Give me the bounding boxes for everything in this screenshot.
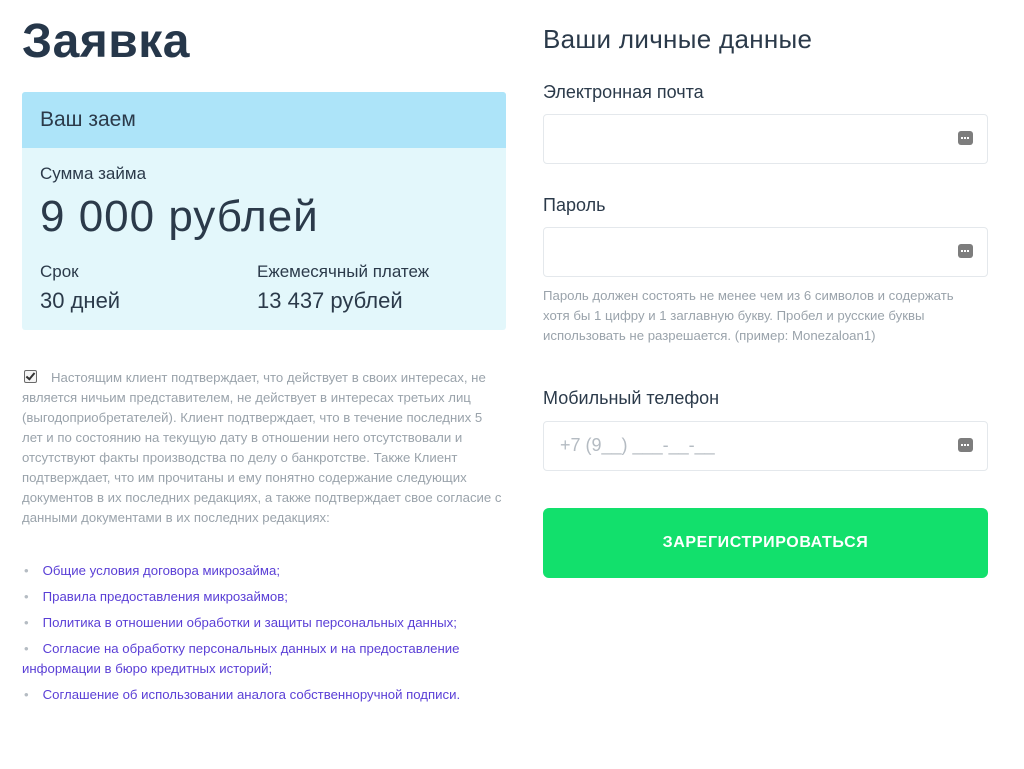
document-link-privacy-policy[interactable]: Политика в отношении обработки и защиты … xyxy=(43,615,454,630)
monthly-payment-value: 13 437 рублей xyxy=(257,288,403,313)
password-hint: Пароль должен состоять не менее чем из 6… xyxy=(543,288,954,343)
document-link-general-terms[interactable]: Общие условия договора микрозайма xyxy=(43,563,277,578)
loan-term-label: Срок xyxy=(40,262,79,281)
form-title: Ваши личные данные xyxy=(543,24,813,54)
consent-text: Настоящим клиент подтверждает, что дейст… xyxy=(22,370,502,525)
consent-block: Настоящим клиент подтверждает, что дейст… xyxy=(22,368,506,528)
list-item: • Политика в отношении обработки и защиты… xyxy=(24,615,457,630)
bullet-icon: • xyxy=(24,641,29,656)
list-item: • Правила предоставления микрозаймов; xyxy=(24,589,288,604)
list-item: • Согласие на обработку персональных данн… xyxy=(22,641,460,676)
autofill-key-icon[interactable] xyxy=(958,131,973,145)
loan-term-value: 30 дней xyxy=(40,288,121,313)
autofill-key-icon[interactable] xyxy=(958,438,973,452)
bullet-icon: • xyxy=(24,687,29,702)
phone-field[interactable] xyxy=(544,422,940,468)
loan-summary-card: Ваш заем Сумма займа 9 000 рублей Срок 3… xyxy=(22,92,506,330)
bullet-icon: • xyxy=(24,589,29,604)
email-field[interactable] xyxy=(544,115,940,161)
monthly-payment-label: Ежемесячный платеж xyxy=(257,262,430,281)
document-link-loan-rules[interactable]: Правила предоставления микрозаймов xyxy=(43,589,285,604)
bullet-icon: • xyxy=(24,563,29,578)
list-item: • Соглашение об использовании аналога соб… xyxy=(24,687,461,702)
documents-list: • Общие условия договора микрозайма; • Пра… xyxy=(22,561,482,711)
application-page: Заявка Ваш заем Сумма займа 9 000 рублей… xyxy=(0,0,1024,769)
email-label: Электронная почта xyxy=(543,82,704,102)
loan-sum-label: Сумма займа xyxy=(40,164,147,183)
document-link-data-consent[interactable]: Согласие на обработку персональных данны… xyxy=(22,641,459,676)
password-field-wrapper xyxy=(543,227,988,277)
page-title: Заявка xyxy=(22,15,190,68)
bullet-icon: • xyxy=(24,615,29,630)
autofill-key-icon[interactable] xyxy=(958,244,973,258)
password-field[interactable] xyxy=(544,228,940,274)
consent-checkbox[interactable] xyxy=(24,370,37,383)
register-button[interactable]: ЗАРЕГИСТРИРОВАТЬСЯ xyxy=(543,508,988,578)
list-item: • Общие условия договора микрозайма; xyxy=(24,563,280,578)
document-link-signature-agreement[interactable]: Соглашение об использовании аналога собс… xyxy=(43,687,457,702)
loan-card-header: Ваш заем xyxy=(22,92,506,148)
phone-label: Мобильный телефон xyxy=(543,388,720,408)
email-field-wrapper xyxy=(543,114,988,164)
phone-field-wrapper xyxy=(543,421,988,471)
loan-sum-value: 9 000 рублей xyxy=(40,192,319,241)
password-label: Пароль xyxy=(543,195,606,215)
